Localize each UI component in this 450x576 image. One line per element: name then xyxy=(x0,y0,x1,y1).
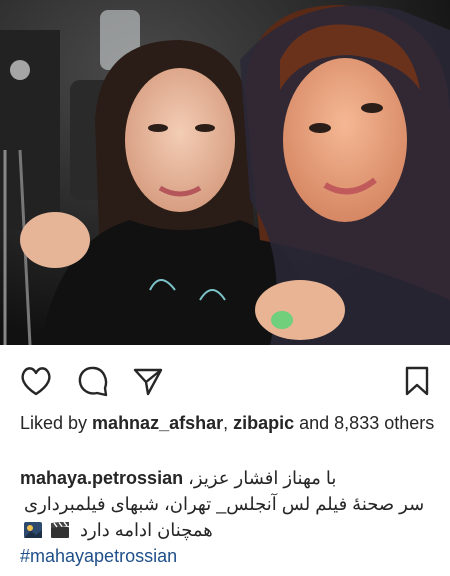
caption-text-2: سر صحنهٔ فیلم لس آنجلس_ تهران، شبهای فیل… xyxy=(24,494,425,514)
likes-suffix: and 8,833 others xyxy=(294,413,435,433)
share-icon[interactable] xyxy=(130,363,166,399)
action-bar xyxy=(0,345,450,415)
selfie-image xyxy=(0,0,450,345)
heart-icon[interactable] xyxy=(18,363,54,399)
film-scene-icon xyxy=(24,521,42,538)
caption-line-4: #mahayapetrossian xyxy=(20,545,440,567)
likes-prefix: Liked by xyxy=(20,413,93,433)
clapper-board-icon xyxy=(51,521,70,538)
likes-summary: Liked by mahnaz_afshar, zibapic and 8,83… xyxy=(20,412,440,434)
caption-text-3: همچنان ادامه دارد xyxy=(80,520,213,540)
comment-icon[interactable] xyxy=(75,363,111,399)
caption-line-1: mahaya.petrossian با مهناز افشار عزیز، xyxy=(20,467,440,489)
liker-link-2[interactable]: zibapic xyxy=(233,413,294,433)
hashtag-link[interactable]: #mahayapetrossian xyxy=(20,546,177,566)
liker-link-1[interactable]: mahnaz_afshar xyxy=(92,413,223,433)
post-photo[interactable] xyxy=(0,0,450,345)
likes-separator: , xyxy=(223,413,234,433)
bookmark-icon[interactable] xyxy=(399,363,435,399)
caption-text-1: با مهناز افشار عزیز، xyxy=(188,468,337,488)
caption: mahaya.petrossian با مهناز افشار عزیز، س… xyxy=(20,467,440,567)
caption-username[interactable]: mahaya.petrossian xyxy=(20,468,183,488)
caption-line-3: همچنان ادامه دارد xyxy=(20,519,440,541)
